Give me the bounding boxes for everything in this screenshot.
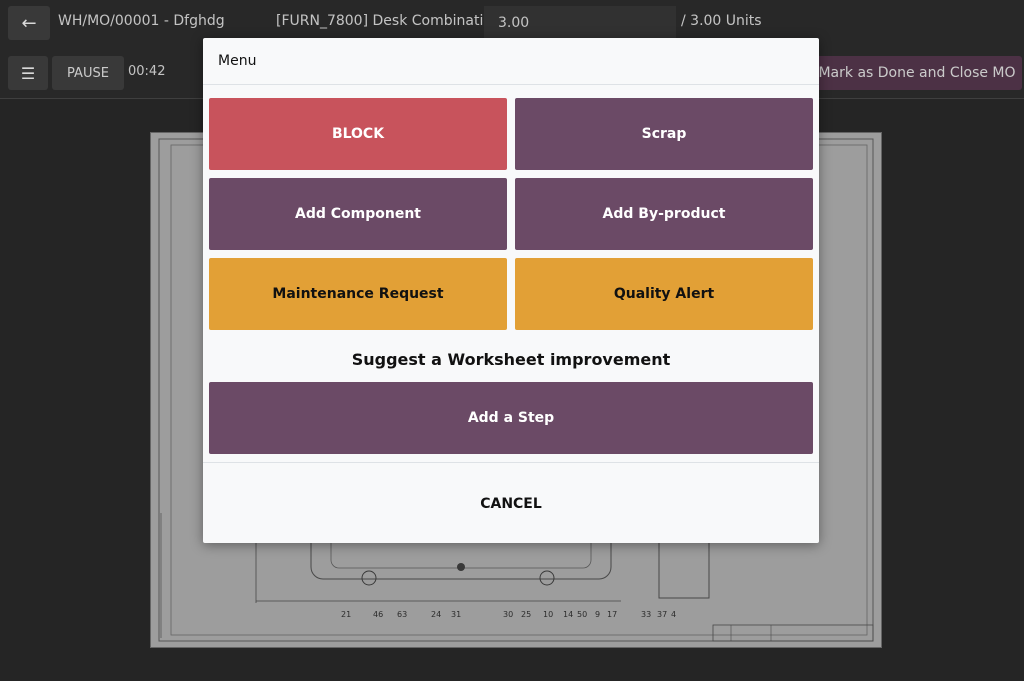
add-byproduct-button[interactable]: Add By-product (515, 178, 813, 250)
scrap-button[interactable]: Scrap (515, 98, 813, 170)
dialog-footer: CANCEL (203, 462, 819, 544)
cancel-button[interactable]: CANCEL (456, 486, 566, 522)
add-step-button[interactable]: Add a Step (209, 382, 813, 454)
add-component-button[interactable]: Add Component (209, 178, 507, 250)
quality-alert-button[interactable]: Quality Alert (515, 258, 813, 330)
dialog-title: Menu (218, 53, 257, 69)
maintenance-request-button[interactable]: Maintenance Request (209, 258, 507, 330)
suggest-improvement-title: Suggest a Worksheet improvement (351, 350, 671, 369)
menu-dialog: Menu BLOCK Scrap Add Component Add By-pr… (203, 38, 819, 543)
block-button[interactable]: BLOCK (209, 98, 507, 170)
dialog-header: Menu (203, 38, 819, 85)
